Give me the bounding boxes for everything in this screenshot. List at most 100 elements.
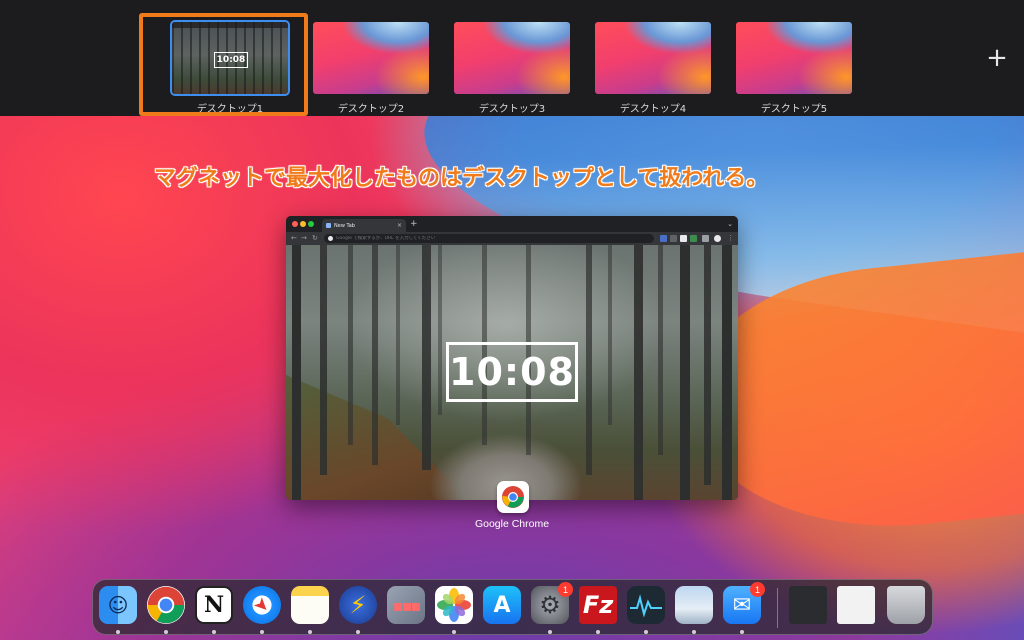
maximize-window-icon[interactable]: [308, 221, 314, 227]
notification-badge: 1: [558, 582, 573, 597]
address-bar[interactable]: [324, 234, 654, 243]
space-thumbnail[interactable]: [454, 22, 570, 94]
dock-preview[interactable]: [675, 586, 713, 634]
dock-notion[interactable]: N: [195, 586, 233, 634]
running-indicator: [692, 630, 696, 634]
window-thumbnail-icon: [837, 586, 875, 624]
dock-recent-window-2[interactable]: [837, 586, 875, 624]
dock-notes[interactable]: [291, 586, 329, 634]
tree: [704, 245, 711, 485]
dock-safari[interactable]: ➤: [243, 586, 281, 634]
safari-icon: ➤: [243, 586, 281, 624]
chrome-app-icon[interactable]: [497, 481, 529, 513]
running-indicator: [164, 630, 168, 634]
tree: [722, 245, 732, 500]
notification-badge: 1: [750, 582, 765, 597]
space-label: デスクトップ4: [619, 104, 687, 115]
space-desktop-5[interactable]: デスクトップ5: [736, 22, 852, 115]
dock-finder[interactable]: ☺: [99, 586, 137, 634]
running-indicator: [308, 630, 312, 634]
spaces-bar: 10:08 デスクトップ1 デスクトップ2 デスクトップ3 デスクトップ4 デス…: [0, 0, 1024, 116]
dock-system-preferences[interactable]: ⚙ 1: [531, 582, 573, 634]
tree: [634, 245, 643, 500]
extension-icon[interactable]: [680, 235, 687, 242]
space-label: デスクトップ1: [196, 104, 264, 115]
notes-icon: [291, 586, 329, 624]
space-desktop-2[interactable]: デスクトップ2: [313, 22, 429, 115]
launchpad-icon: ▪▪▪: [387, 586, 425, 624]
tab-favicon-icon: [326, 223, 331, 228]
extension-icon[interactable]: [690, 235, 697, 242]
tree: [292, 245, 301, 500]
omnibox-input[interactable]: [336, 236, 636, 241]
dock-google-chrome[interactable]: [147, 586, 185, 634]
running-indicator: [452, 630, 456, 634]
space-desktop-1[interactable]: 10:08 デスクトップ1: [170, 20, 290, 115]
tree: [608, 245, 612, 425]
running-indicator: [356, 630, 360, 634]
browser-toolbar: ← → ↻ ⋮: [286, 232, 738, 245]
annotation-caption: マグネットで最大化したものはデスクトップとして扱われる。: [154, 166, 769, 191]
puzzle-icon[interactable]: [702, 235, 709, 242]
close-window-icon[interactable]: [292, 221, 298, 227]
forward-icon[interactable]: →: [301, 234, 307, 243]
dock-photos[interactable]: [435, 586, 473, 634]
running-indicator: [212, 630, 216, 634]
space-label: デスクトップ3: [478, 104, 546, 115]
chrome-icon: [502, 486, 524, 508]
profile-icon[interactable]: [714, 235, 721, 242]
thumbnail-clock: 10:08: [214, 52, 248, 68]
tab-strip: New Tab × + ⌄: [286, 216, 738, 232]
tab-label: New Tab: [334, 222, 355, 229]
dock-activity-monitor[interactable]: [627, 586, 665, 634]
preview-icon: [675, 586, 713, 624]
dock-filezilla[interactable]: Fz: [579, 586, 617, 634]
lightning-icon: ⚡: [339, 586, 377, 624]
space-label: デスクトップ5: [760, 104, 828, 115]
tree: [658, 245, 663, 455]
extension-icon[interactable]: [660, 235, 667, 242]
reload-icon[interactable]: ↻: [312, 234, 318, 243]
dock: ☺ N ➤ ⚡ ▪▪▪ A ⚙ 1 Fz ✉ 1: [92, 579, 933, 635]
new-tab-page: 10:08: [286, 245, 738, 500]
space-thumbnail[interactable]: [595, 22, 711, 94]
space-label: デスクトップ2: [337, 104, 405, 115]
dock-recent-window-1[interactable]: [789, 586, 827, 624]
tree: [320, 245, 327, 475]
space-thumbnail[interactable]: [313, 22, 429, 94]
tree: [422, 245, 431, 470]
dock-mail[interactable]: ✉ 1: [723, 582, 765, 634]
running-indicator: [644, 630, 648, 634]
dock-app-store[interactable]: A: [483, 586, 521, 624]
back-icon[interactable]: ←: [291, 234, 297, 243]
tab-close-icon[interactable]: ×: [397, 222, 402, 229]
space-desktop-4[interactable]: デスクトップ4: [595, 22, 711, 115]
dock-launchpad[interactable]: ▪▪▪: [387, 586, 425, 624]
tree: [372, 245, 378, 465]
running-indicator: [116, 630, 120, 634]
clock-display: 10:08: [446, 342, 578, 402]
dock-reeder[interactable]: ⚡: [339, 586, 377, 634]
tree: [348, 245, 353, 445]
dock-separator: [777, 588, 778, 628]
notion-icon: N: [195, 586, 233, 624]
menu-icon[interactable]: ⋮: [727, 234, 734, 243]
add-space-button[interactable]: +: [984, 45, 1010, 71]
tree: [586, 245, 592, 475]
chrome-window[interactable]: New Tab × + ⌄ ← → ↻ ⋮: [286, 216, 738, 500]
new-tab-button[interactable]: +: [410, 219, 418, 229]
space-thumbnail[interactable]: [736, 22, 852, 94]
finder-icon: ☺: [99, 586, 137, 624]
tab-search-icon[interactable]: ⌄: [727, 220, 733, 228]
dock-trash[interactable]: [887, 586, 925, 624]
extension-icon[interactable]: [670, 235, 677, 242]
space-desktop-3[interactable]: デスクトップ3: [454, 22, 570, 115]
running-indicator: [740, 630, 744, 634]
minimize-window-icon[interactable]: [300, 221, 306, 227]
photos-icon: [435, 586, 473, 624]
window-thumbnail-icon: [789, 586, 827, 624]
space-thumbnail[interactable]: 10:08: [170, 20, 290, 96]
tab-new-tab[interactable]: New Tab ×: [322, 219, 406, 232]
tree: [438, 245, 442, 415]
tree: [396, 245, 400, 425]
